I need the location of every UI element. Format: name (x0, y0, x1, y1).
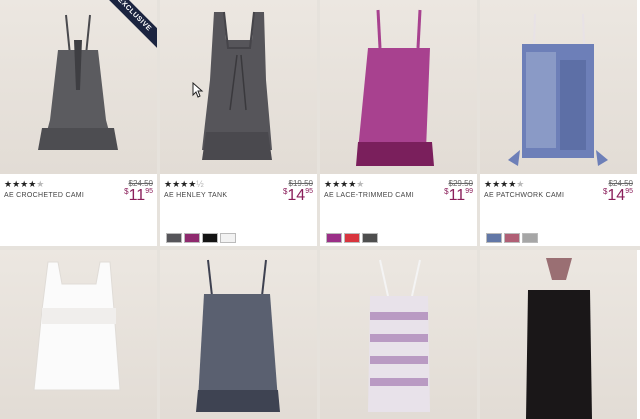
product-grid: EXCLUSIVE ★★★★★ $24.50 AE CROCHETED CAMI… (0, 0, 640, 419)
product-image[interactable] (320, 0, 477, 174)
product-name[interactable]: AE LACE-TRIMMED CAMI (324, 192, 414, 199)
product-card[interactable]: EXCLUSIVE ★★★★★ $24.50 AE CROCHETED CAMI… (0, 0, 157, 246)
color-swatch[interactable] (522, 233, 538, 243)
rating-stars: ★★★★½ (164, 179, 204, 189)
product-card[interactable] (0, 250, 157, 419)
color-swatch[interactable] (326, 233, 342, 243)
color-swatch[interactable] (166, 233, 182, 243)
product-image[interactable] (160, 250, 317, 419)
rating-stars: ★★★★★ (484, 179, 525, 189)
color-swatches (326, 230, 380, 243)
product-name[interactable]: AE PATCHWORK CAMI (484, 192, 564, 199)
product-image[interactable] (320, 250, 477, 419)
product-image[interactable] (160, 0, 317, 174)
color-swatches (166, 230, 238, 243)
product-card[interactable] (160, 250, 317, 419)
color-swatch[interactable] (184, 233, 200, 243)
product-name[interactable]: AE HENLEY TANK (164, 192, 227, 199)
color-swatch[interactable] (344, 233, 360, 243)
product-card[interactable] (480, 250, 640, 419)
sale-price: $1199 (444, 187, 473, 204)
color-swatch[interactable] (362, 233, 378, 243)
product-image[interactable] (480, 250, 637, 419)
sale-price: $1495 (602, 187, 633, 204)
color-swatches (486, 230, 540, 243)
rating-stars: ★★★★★ (324, 179, 365, 189)
product-info: ★★★★★ $24.50 AE CROCHETED CAMI $1195 (0, 174, 157, 246)
product-card[interactable]: ★★★★★ $29.50 AE LACE-TRIMMED CAMI $1199 (320, 0, 477, 246)
product-image[interactable] (0, 250, 157, 419)
product-card[interactable]: ★★★★½ $19.50 AE HENLEY TANK $1495 (160, 0, 317, 246)
color-swatch[interactable] (504, 233, 520, 243)
product-info: ★★★★★ $24.50 AE PATCHWORK CAMI $1495 (480, 174, 637, 246)
color-swatch[interactable] (202, 233, 218, 243)
sale-price: $1195 (124, 187, 153, 204)
product-image[interactable] (480, 0, 637, 174)
sale-price: $1495 (282, 187, 313, 204)
product-info: ★★★★★ $29.50 AE LACE-TRIMMED CAMI $1199 (320, 174, 477, 246)
color-swatch[interactable] (486, 233, 502, 243)
product-card[interactable]: ★★★★★ $24.50 AE PATCHWORK CAMI $1495 (480, 0, 640, 246)
product-info: ★★★★½ $19.50 AE HENLEY TANK $1495 (160, 174, 317, 246)
product-card[interactable] (320, 250, 477, 419)
product-name[interactable]: AE CROCHETED CAMI (4, 192, 84, 199)
mouse-cursor-icon (192, 82, 204, 98)
color-swatch[interactable] (220, 233, 236, 243)
rating-stars: ★★★★★ (4, 179, 45, 189)
product-image[interactable]: EXCLUSIVE (0, 0, 157, 174)
